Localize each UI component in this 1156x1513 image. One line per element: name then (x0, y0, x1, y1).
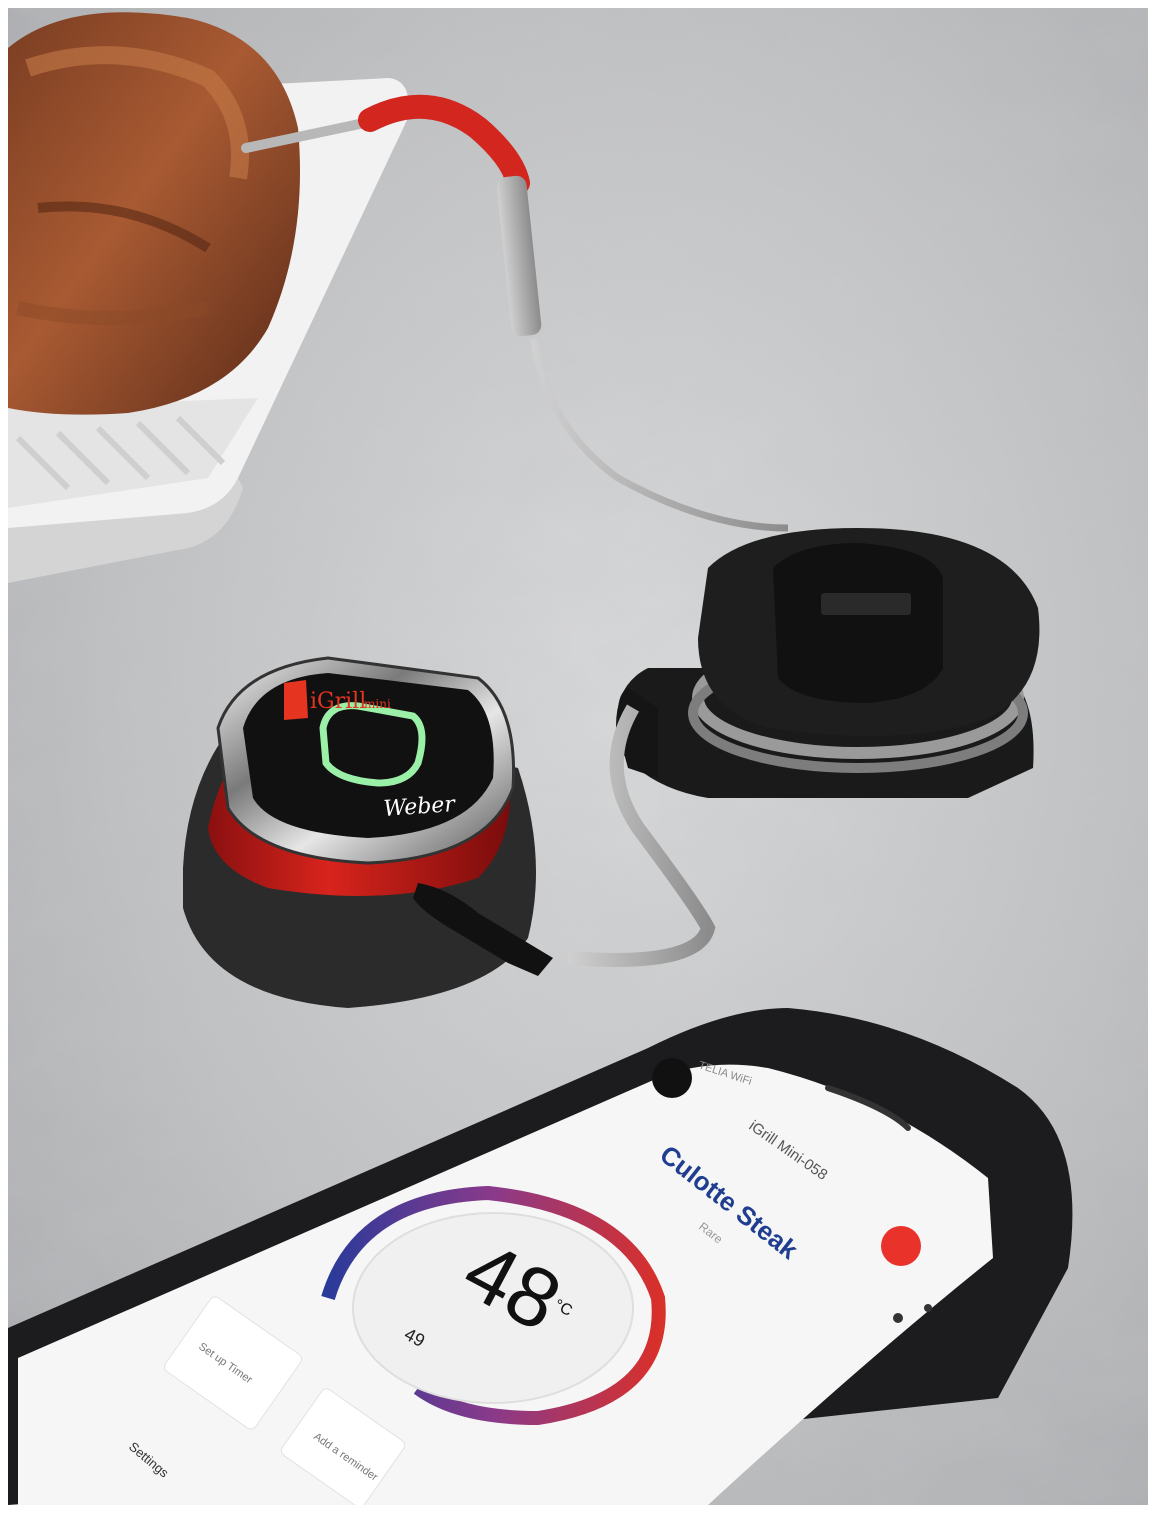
device-logo-text: iGrill (310, 689, 366, 714)
action-button[interactable] (881, 1226, 921, 1266)
back-button-icon[interactable] (652, 1058, 692, 1098)
thermometer-device: iGrill mini Weber (183, 656, 553, 1008)
product-photo: iGrill mini Weber TELIA WiFi iGrill Mini… (8, 8, 1148, 1505)
device-brand-text: Weber (383, 792, 458, 822)
weber-logo-icon (284, 680, 308, 720)
photo-frame: iGrill mini Weber TELIA WiFi iGrill Mini… (8, 8, 1148, 1505)
phone-camera (924, 1304, 932, 1312)
device-logo-suffix: mini (364, 697, 391, 711)
phone-sensor (893, 1313, 903, 1323)
